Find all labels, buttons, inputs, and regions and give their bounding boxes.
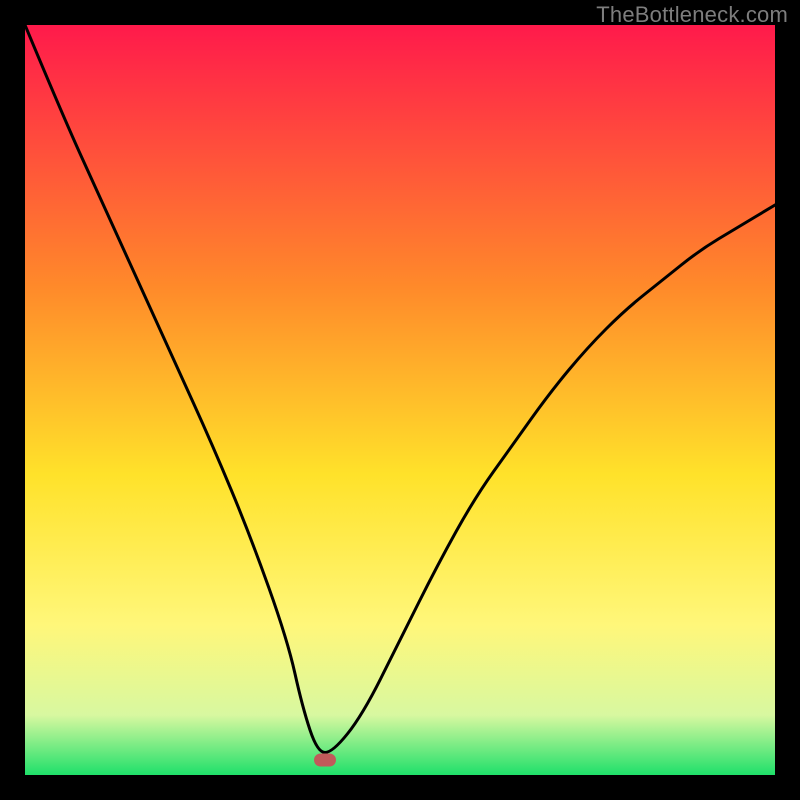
chart-frame: TheBottleneck.com <box>0 0 800 800</box>
gradient-background <box>25 25 775 775</box>
optimal-marker <box>314 754 336 767</box>
watermark-text: TheBottleneck.com <box>596 2 788 28</box>
chart-svg <box>25 25 775 775</box>
plot-area <box>25 25 775 775</box>
